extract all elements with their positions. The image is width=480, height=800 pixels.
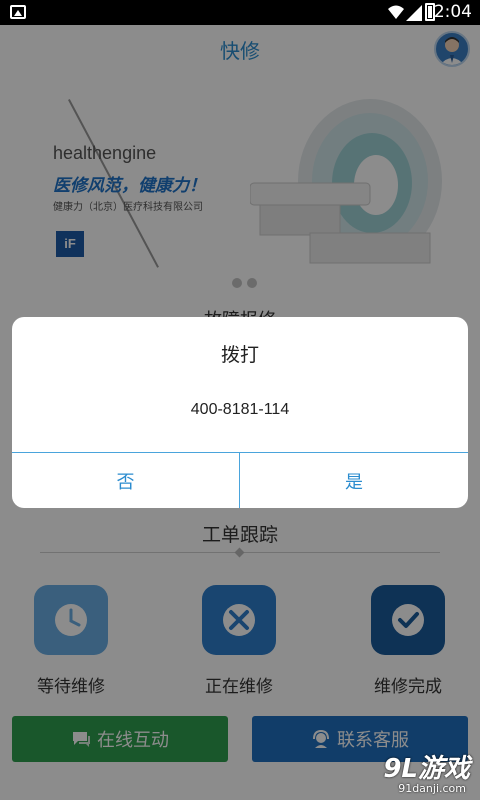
watermark-url: 91danji.com bbox=[398, 782, 466, 795]
gallery-notification-icon bbox=[10, 5, 26, 19]
signal-icon bbox=[406, 5, 422, 21]
status-time: 2:04 bbox=[433, 2, 472, 22]
call-dialog: 拨打 400-8181-114 否 是 bbox=[12, 317, 468, 508]
dialog-yes-button[interactable]: 是 bbox=[240, 453, 468, 508]
status-bar: 2:04 bbox=[0, 0, 480, 25]
watermark-logo: 9L游戏 bbox=[383, 754, 470, 784]
dialog-no-button[interactable]: 否 bbox=[12, 453, 240, 508]
dialog-phone-number: 400-8181-114 bbox=[190, 401, 290, 418]
dialog-title: 拨打 bbox=[220, 344, 259, 366]
wifi-icon bbox=[388, 5, 404, 19]
